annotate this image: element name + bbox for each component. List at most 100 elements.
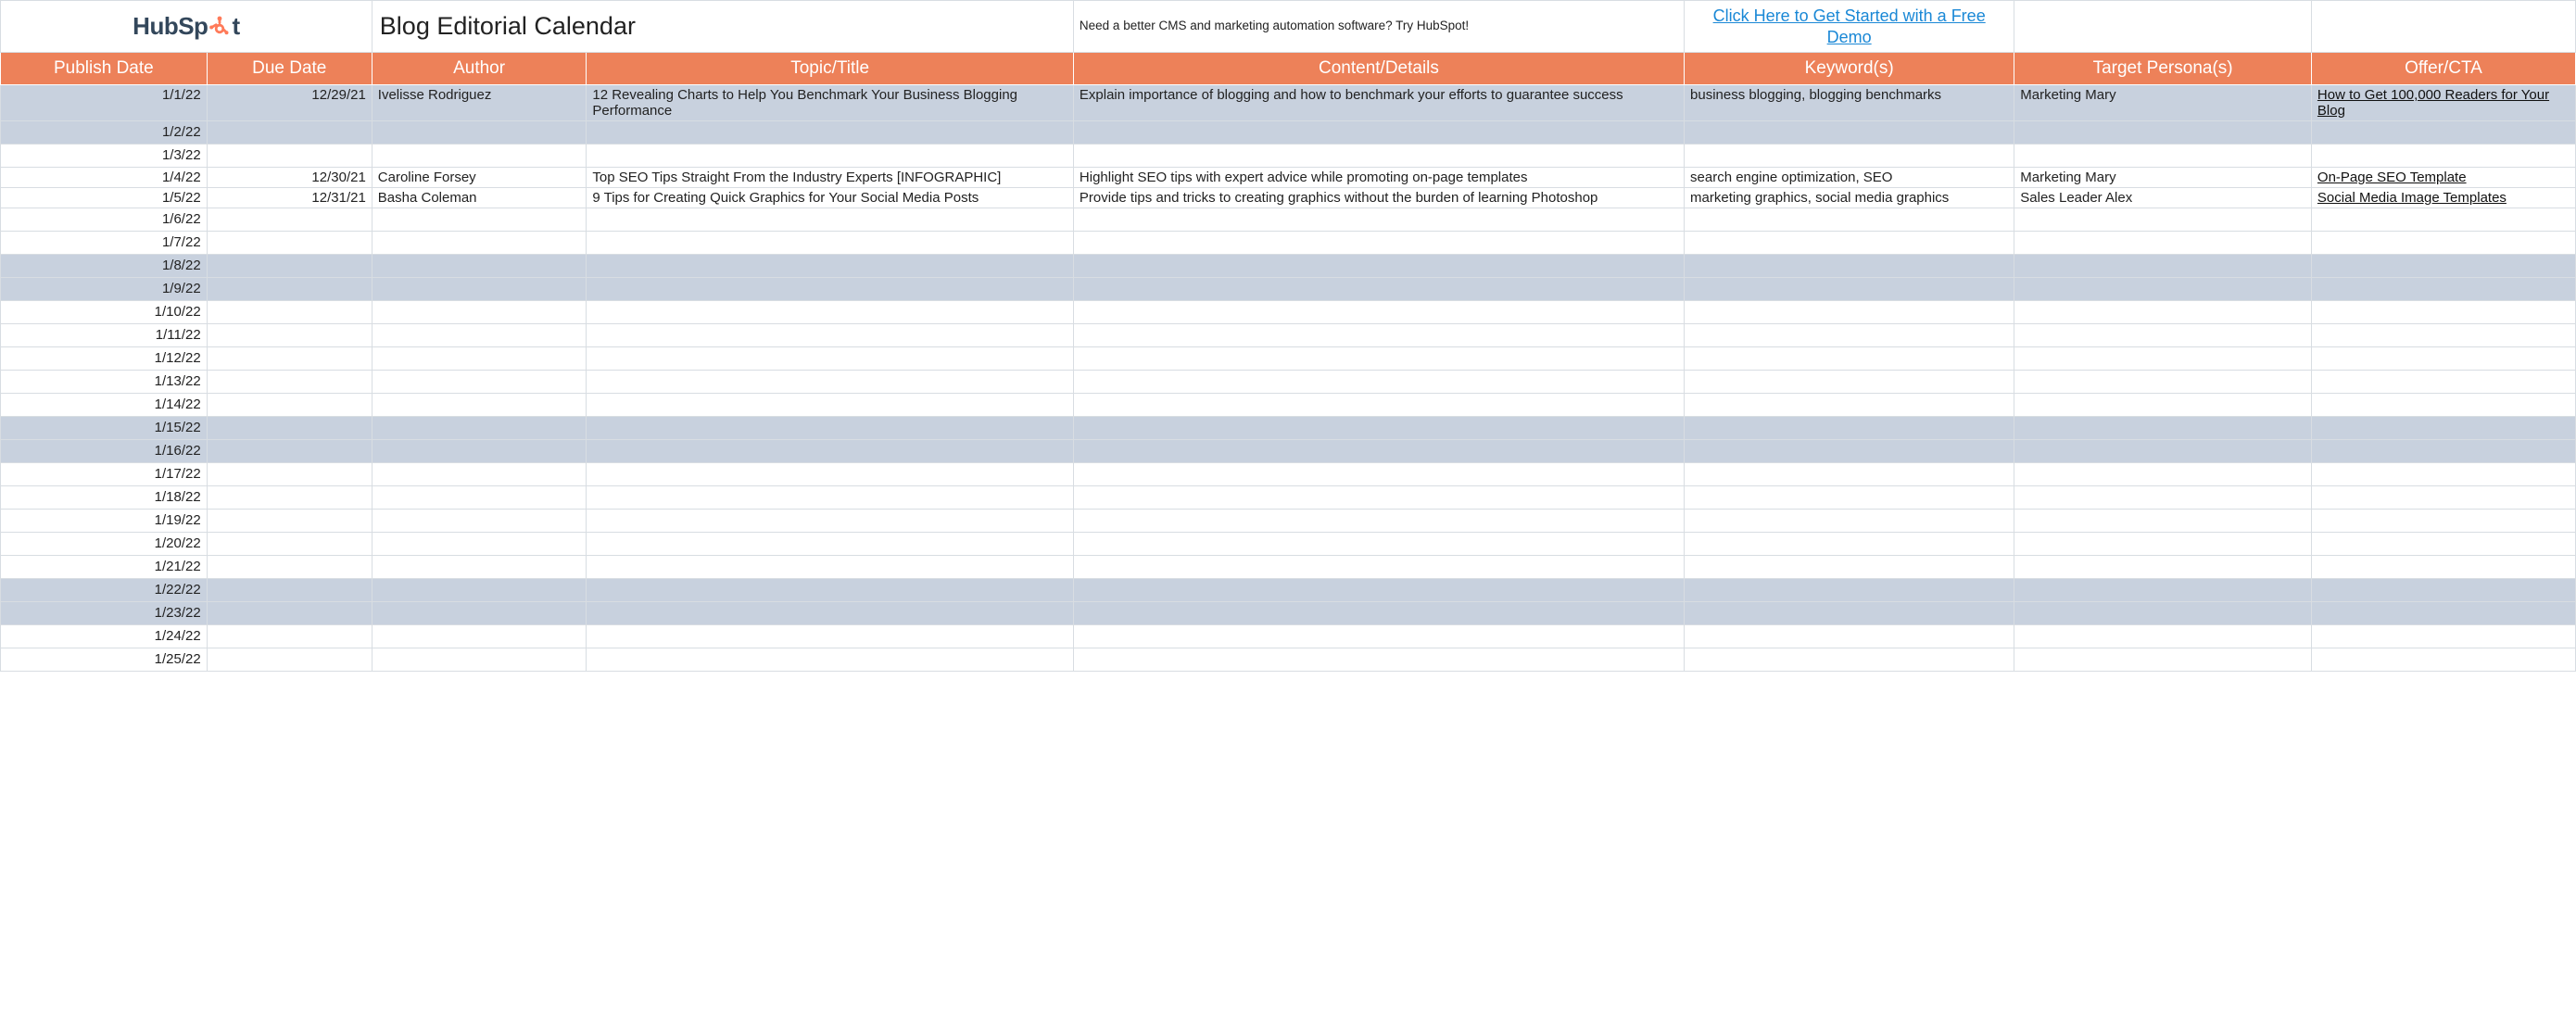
table-row[interactable]: 1/3/22 <box>1 145 2576 168</box>
table-row[interactable]: 1/8/22 <box>1 255 2576 278</box>
cell-persona[interactable]: Marketing Mary <box>2014 168 2312 188</box>
table-row[interactable]: 1/22/22 <box>1 579 2576 602</box>
cell-cta[interactable] <box>2311 486 2575 510</box>
cell-keywords[interactable] <box>1685 533 2014 556</box>
cell-cta[interactable] <box>2311 232 2575 255</box>
cell-topic[interactable] <box>587 232 1074 255</box>
cell-persona[interactable] <box>2014 533 2312 556</box>
cell-topic[interactable] <box>587 371 1074 394</box>
table-row[interactable]: 1/6/22 <box>1 208 2576 232</box>
cell-due[interactable] <box>207 417 372 440</box>
cell-due[interactable] <box>207 463 372 486</box>
cell-persona[interactable] <box>2014 463 2312 486</box>
cell-content[interactable] <box>1073 121 1684 145</box>
cell-persona[interactable] <box>2014 648 2312 672</box>
table-row[interactable]: 1/12/22 <box>1 347 2576 371</box>
cell-publish[interactable]: 1/24/22 <box>1 625 208 648</box>
cell-cta[interactable] <box>2311 208 2575 232</box>
table-row[interactable]: 1/16/22 <box>1 440 2576 463</box>
cell-keywords[interactable] <box>1685 371 2014 394</box>
cell-due[interactable] <box>207 208 372 232</box>
cell-topic[interactable] <box>587 579 1074 602</box>
cell-author[interactable] <box>372 255 587 278</box>
cell-cta[interactable] <box>2311 625 2575 648</box>
cell-persona[interactable] <box>2014 394 2312 417</box>
cta-link[interactable]: On-Page SEO Template <box>2317 170 2467 185</box>
cell-author[interactable] <box>372 533 587 556</box>
cell-persona[interactable] <box>2014 510 2312 533</box>
cell-author[interactable] <box>372 625 587 648</box>
cell-content[interactable] <box>1073 347 1684 371</box>
cell-persona[interactable] <box>2014 145 2312 168</box>
cell-topic[interactable] <box>587 486 1074 510</box>
cell-content[interactable] <box>1073 145 1684 168</box>
cell-due[interactable] <box>207 602 372 625</box>
cell-topic[interactable] <box>587 301 1074 324</box>
cell-due[interactable] <box>207 625 372 648</box>
cell-due[interactable] <box>207 371 372 394</box>
cell-keywords[interactable] <box>1685 278 2014 301</box>
cell-author[interactable]: Basha Coleman <box>372 188 587 208</box>
cell-author[interactable] <box>372 145 587 168</box>
cell-keywords[interactable] <box>1685 463 2014 486</box>
cell-publish[interactable]: 1/23/22 <box>1 602 208 625</box>
cell-due[interactable] <box>207 486 372 510</box>
cell-content[interactable] <box>1073 301 1684 324</box>
table-row[interactable]: 1/10/22 <box>1 301 2576 324</box>
cell-publish[interactable]: 1/20/22 <box>1 533 208 556</box>
cell-content[interactable] <box>1073 278 1684 301</box>
cell-due[interactable] <box>207 145 372 168</box>
cell-publish[interactable]: 1/10/22 <box>1 301 208 324</box>
cell-cta[interactable] <box>2311 324 2575 347</box>
cell-due[interactable] <box>207 556 372 579</box>
cell-topic[interactable] <box>587 121 1074 145</box>
cell-publish[interactable]: 1/19/22 <box>1 510 208 533</box>
cell-cta[interactable] <box>2311 440 2575 463</box>
cell-cta[interactable] <box>2311 602 2575 625</box>
cell-content[interactable] <box>1073 324 1684 347</box>
cell-keywords[interactable]: marketing graphics, social media graphic… <box>1685 188 2014 208</box>
cell-cta[interactable]: On-Page SEO Template <box>2311 168 2575 188</box>
cell-keywords[interactable] <box>1685 347 2014 371</box>
cell-content[interactable] <box>1073 533 1684 556</box>
cell-due[interactable] <box>207 579 372 602</box>
cell-content[interactable] <box>1073 579 1684 602</box>
cell-due[interactable] <box>207 301 372 324</box>
cell-topic[interactable]: 12 Revealing Charts to Help You Benchmar… <box>587 85 1074 121</box>
cell-cta[interactable] <box>2311 278 2575 301</box>
cell-keywords[interactable] <box>1685 145 2014 168</box>
cell-keywords[interactable] <box>1685 602 2014 625</box>
cell-author[interactable] <box>372 347 587 371</box>
table-row[interactable]: 1/20/22 <box>1 533 2576 556</box>
cell-content[interactable] <box>1073 232 1684 255</box>
cell-due[interactable] <box>207 347 372 371</box>
cell-cta[interactable] <box>2311 648 2575 672</box>
cell-persona[interactable] <box>2014 324 2312 347</box>
cell-publish[interactable]: 1/21/22 <box>1 556 208 579</box>
cell-due[interactable] <box>207 232 372 255</box>
cell-keywords[interactable] <box>1685 417 2014 440</box>
cell-keywords[interactable]: business blogging, blogging benchmarks <box>1685 85 2014 121</box>
cell-publish[interactable]: 1/2/22 <box>1 121 208 145</box>
cell-topic[interactable] <box>587 648 1074 672</box>
cell-due[interactable]: 12/29/21 <box>207 85 372 121</box>
cell-publish[interactable]: 1/6/22 <box>1 208 208 232</box>
cell-persona[interactable] <box>2014 579 2312 602</box>
cell-topic[interactable] <box>587 625 1074 648</box>
cell-topic[interactable] <box>587 208 1074 232</box>
cell-cta[interactable]: How to Get 100,000 Readers for Your Blog <box>2311 85 2575 121</box>
cell-topic[interactable] <box>587 324 1074 347</box>
cell-due[interactable] <box>207 278 372 301</box>
cell-due[interactable] <box>207 255 372 278</box>
cell-publish[interactable]: 1/17/22 <box>1 463 208 486</box>
cell-cta[interactable] <box>2311 579 2575 602</box>
cell-keywords[interactable] <box>1685 486 2014 510</box>
cell-keywords[interactable] <box>1685 394 2014 417</box>
cell-keywords[interactable] <box>1685 440 2014 463</box>
cell-topic[interactable] <box>587 602 1074 625</box>
cell-author[interactable] <box>372 121 587 145</box>
table-row[interactable]: 1/18/22 <box>1 486 2576 510</box>
cell-cta[interactable] <box>2311 301 2575 324</box>
cell-keywords[interactable] <box>1685 625 2014 648</box>
cell-keywords[interactable] <box>1685 301 2014 324</box>
